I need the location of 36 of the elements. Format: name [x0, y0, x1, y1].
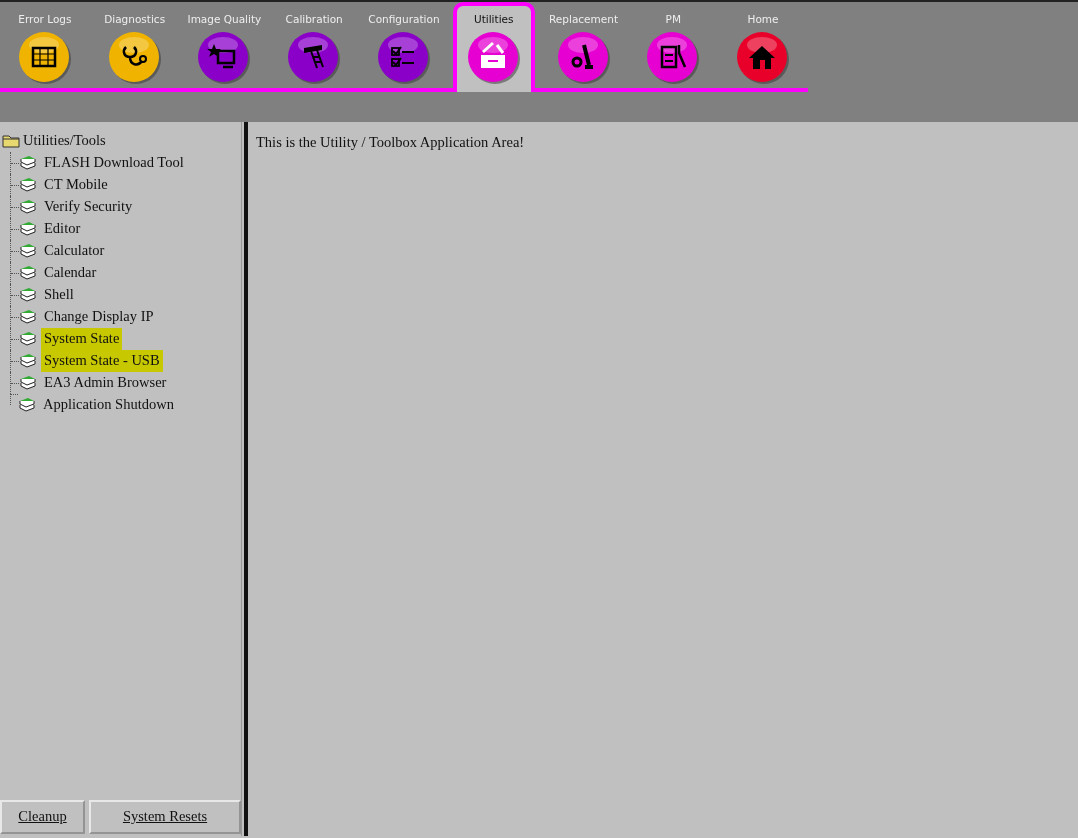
stacked-books-icon: [19, 199, 37, 215]
toolbar-tab[interactable]: Home: [718, 2, 808, 88]
toolbar-tab[interactable]: Diagnostics: [89, 2, 180, 88]
tree-item[interactable]: System State: [41, 328, 123, 350]
stacked-books-icon: [19, 155, 37, 171]
tree-item[interactable]: System State - USB: [41, 350, 163, 372]
stacked-books-icon: [19, 221, 37, 237]
folder-icon: [2, 134, 20, 148]
tree-root[interactable]: Utilities/Tools: [20, 130, 109, 152]
stacked-books-icon: [19, 243, 37, 259]
toolbar-tab[interactable]: Configuration: [359, 2, 449, 88]
stacked-books-icon: [19, 331, 37, 347]
stacked-books-icon: [18, 397, 36, 413]
toolbar-tab[interactable]: Calibration: [269, 2, 360, 88]
stacked-books-icon: [19, 353, 37, 369]
tree-item[interactable]: Change Display IP: [41, 306, 157, 328]
tree-item[interactable]: Verify Security: [41, 196, 136, 218]
tree-item[interactable]: Calculator: [41, 240, 108, 262]
tree-item[interactable]: Editor: [41, 218, 84, 240]
tree-item[interactable]: Shell: [41, 284, 77, 306]
tree-item[interactable]: Application Shutdown: [40, 394, 177, 416]
stacked-books-icon: [19, 309, 37, 325]
stacked-books-icon: [19, 375, 37, 391]
stacked-books-icon: [19, 177, 37, 193]
tree-item[interactable]: Calendar: [41, 262, 100, 284]
welcome-message: This is the Utility / Toolbox Application Area!: [256, 133, 526, 152]
footer-button[interactable]: Cleanup: [0, 800, 85, 834]
tree-item[interactable]: CT Mobile: [41, 174, 111, 196]
toolbar-tab[interactable]: Utilities: [452, 2, 535, 92]
toolbar-tab[interactable]: Image Quality: [179, 2, 270, 88]
tree-item[interactable]: EA3 Admin Browser: [41, 372, 170, 394]
stacked-books-icon: [19, 265, 37, 281]
footer-button[interactable]: System Resets: [89, 800, 241, 834]
toolbar-tab[interactable]: Replacement: [538, 2, 629, 88]
stacked-books-icon: [19, 287, 37, 303]
tree-item[interactable]: FLASH Download Tool: [41, 152, 187, 174]
